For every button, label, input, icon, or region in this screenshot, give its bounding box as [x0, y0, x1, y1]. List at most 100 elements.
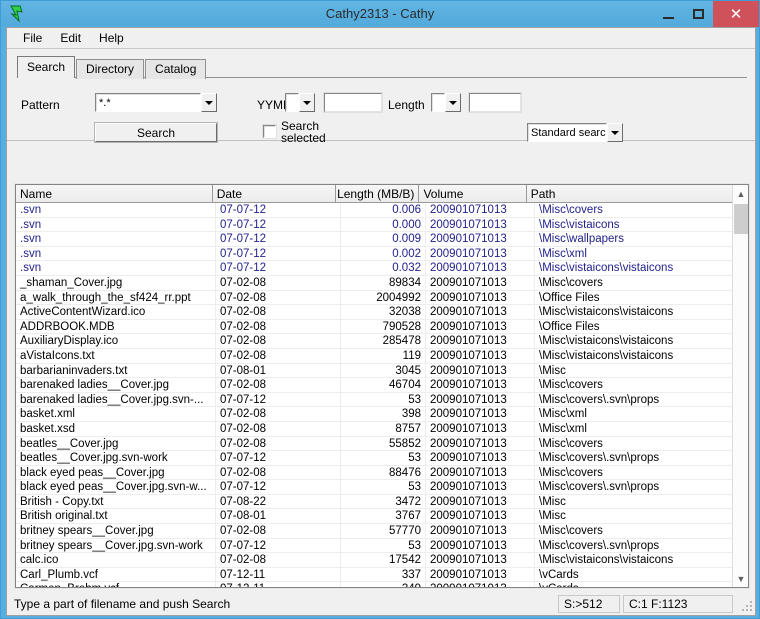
- maximize-icon: [693, 9, 704, 19]
- chevron-down-icon[interactable]: [299, 93, 315, 112]
- cell-path: \Misc\covers\.svn\props: [535, 451, 734, 465]
- length-input[interactable]: [469, 93, 521, 112]
- table-row[interactable]: barenaked ladies__Cover.jpg.svn-...07-07…: [16, 393, 748, 408]
- vertical-scrollbar-thumb[interactable]: [734, 204, 748, 234]
- table-row[interactable]: basket.xsd07-02-088757200901071013\Misc\…: [16, 422, 748, 437]
- table-row[interactable]: AuxiliaryDisplay.ico07-02-08285478200901…: [16, 334, 748, 349]
- scroll-down-icon[interactable]: ▼: [733, 570, 749, 587]
- cell-volume: 200901071013: [426, 364, 535, 378]
- search-mode-value[interactable]: Standard search: [527, 123, 607, 142]
- table-row[interactable]: beatles__Cover.jpg.svn-work07-07-1253200…: [16, 451, 748, 466]
- cell-date: 07-02-08: [216, 378, 341, 392]
- table-row[interactable]: .svn07-07-120.000200901071013\Misc\vista…: [16, 218, 748, 233]
- table-row[interactable]: a_walk_through_the_sf424_rr.ppt07-02-082…: [16, 291, 748, 306]
- cell-length: 53: [341, 393, 426, 407]
- cell-date: 07-02-08: [216, 524, 341, 538]
- search-button-label: Search: [137, 126, 175, 140]
- table-row[interactable]: Carmen_Brehm.vcf07-12-11349200901071013\…: [16, 582, 748, 587]
- table-row[interactable]: black eyed peas__Cover.jpg.svn-w...07-07…: [16, 480, 748, 495]
- table-row[interactable]: British original.txt07-08-01376720090107…: [16, 509, 748, 524]
- table-row[interactable]: British - Copy.txt07-08-2234722009010710…: [16, 495, 748, 510]
- chevron-down-icon[interactable]: [445, 93, 461, 112]
- search-button[interactable]: Search: [95, 123, 217, 142]
- chevron-down-icon[interactable]: [607, 123, 623, 142]
- chevron-down-icon[interactable]: [201, 93, 217, 112]
- scroll-up-icon[interactable]: ▲: [733, 185, 749, 202]
- list-rows: .svn07-07-120.006200901071013\Misc\cover…: [16, 203, 748, 587]
- menu-item-file[interactable]: File: [15, 29, 50, 47]
- tab-catalog[interactable]: Catalog: [145, 59, 206, 79]
- column-header-path[interactable]: Path: [527, 185, 748, 202]
- table-row[interactable]: barbarianinvaders.txt07-08-0130452009010…: [16, 364, 748, 379]
- cell-path: \Misc\vistaicons\vistaicons: [535, 553, 734, 567]
- cell-name: ActiveContentWizard.ico: [16, 305, 216, 319]
- date-operator-value[interactable]: [285, 93, 299, 112]
- cell-date: 07-02-08: [216, 320, 341, 334]
- table-row[interactable]: ActiveContentWizard.ico07-02-08320382009…: [16, 305, 748, 320]
- column-header-date[interactable]: Date: [213, 185, 336, 202]
- table-row[interactable]: black eyed peas__Cover.jpg07-02-08884762…: [16, 466, 748, 481]
- pattern-input[interactable]: *.*: [95, 93, 201, 112]
- menu-item-edit[interactable]: Edit: [52, 29, 89, 47]
- menu-item-help[interactable]: Help: [91, 29, 132, 47]
- table-row[interactable]: britney spears__Cover.jpg.svn-work07-07-…: [16, 539, 748, 554]
- column-header-name[interactable]: Name: [16, 185, 213, 202]
- column-header-volume[interactable]: Volume: [419, 185, 526, 202]
- table-row[interactable]: .svn07-07-120.032200901071013\Misc\vista…: [16, 261, 748, 276]
- table-row[interactable]: barenaked ladies__Cover.jpg07-02-0846704…: [16, 378, 748, 393]
- cell-path: \Misc\wallpapers: [535, 232, 734, 246]
- table-row[interactable]: .svn07-07-120.009200901071013\Misc\wallp…: [16, 232, 748, 247]
- cell-name: barbarianinvaders.txt: [16, 364, 216, 378]
- cell-length: 53: [341, 451, 426, 465]
- search-mode-combo[interactable]: Standard search: [527, 123, 623, 142]
- status-selection: S:>512: [558, 595, 620, 613]
- cell-length: 3472: [341, 495, 426, 509]
- table-row[interactable]: britney spears__Cover.jpg07-02-085777020…: [16, 524, 748, 539]
- date-operator-combo[interactable]: [285, 93, 315, 112]
- tab-search[interactable]: Search: [17, 56, 75, 78]
- length-label: Length: [388, 98, 425, 112]
- cell-name: black eyed peas__Cover.jpg.svn-w...: [16, 480, 216, 494]
- length-operator-value[interactable]: [431, 93, 445, 112]
- cell-volume: 200901071013: [426, 407, 535, 421]
- column-header-length[interactable]: Length (MB/B): [336, 185, 420, 202]
- date-input[interactable]: [324, 93, 382, 112]
- cell-path: \Office Files: [535, 320, 734, 334]
- cell-volume: 200901071013: [426, 437, 535, 451]
- cell-date: 07-07-12: [216, 247, 341, 261]
- cell-path: \Misc\covers: [535, 437, 734, 451]
- cell-name: .svn: [16, 232, 216, 246]
- cell-volume: 200901071013: [426, 334, 535, 348]
- search-selected-checkbox[interactable]: [263, 125, 276, 138]
- cell-name: barenaked ladies__Cover.jpg.svn-...: [16, 393, 216, 407]
- maximize-button[interactable]: [683, 1, 713, 27]
- pattern-label: Pattern: [21, 98, 60, 112]
- cell-path: \Misc\covers: [535, 524, 734, 538]
- table-row[interactable]: calc.ico07-02-0817542200901071013\Misc\v…: [16, 553, 748, 568]
- table-row[interactable]: beatles__Cover.jpg07-02-0855852200901071…: [16, 437, 748, 452]
- table-row[interactable]: Carl_Plumb.vcf07-12-11337200901071013\vC…: [16, 568, 748, 583]
- vertical-scrollbar[interactable]: ▲ ▼: [732, 185, 748, 587]
- pattern-combo[interactable]: *.*: [95, 93, 217, 112]
- close-button[interactable]: ✕: [713, 1, 759, 27]
- cell-length: 0.032: [341, 261, 426, 275]
- table-row[interactable]: ADDRBOOK.MDB07-02-08790528200901071013\O…: [16, 320, 748, 335]
- resize-grip-icon[interactable]: [737, 596, 753, 612]
- results-list[interactable]: Snap Name Date Length (MB/B) Volume Path…: [15, 184, 749, 588]
- cell-name: aVistaIcons.txt: [16, 349, 216, 363]
- cell-name: _shaman_Cover.jpg: [16, 276, 216, 290]
- table-row[interactable]: aVistaIcons.txt07-02-08119200901071013\M…: [16, 349, 748, 364]
- minimize-button[interactable]: [653, 1, 683, 27]
- cell-date: 07-08-01: [216, 509, 341, 523]
- table-row[interactable]: .svn07-07-120.006200901071013\Misc\cover…: [16, 203, 748, 218]
- length-operator-combo[interactable]: [431, 93, 461, 112]
- cell-name: black eyed peas__Cover.jpg: [16, 466, 216, 480]
- tab-directory[interactable]: Directory: [76, 59, 144, 79]
- table-row[interactable]: .svn07-07-120.002200901071013\Misc\xml: [16, 247, 748, 262]
- table-row[interactable]: basket.xml07-02-08398200901071013\Misc\x…: [16, 407, 748, 422]
- cell-path: \Misc\covers: [535, 203, 734, 217]
- search-selected-label: Search selected: [281, 120, 326, 144]
- cell-volume: 200901071013: [426, 480, 535, 494]
- table-row[interactable]: _shaman_Cover.jpg07-02-08898342009010710…: [16, 276, 748, 291]
- cell-path: \Misc\covers\.svn\props: [535, 539, 734, 553]
